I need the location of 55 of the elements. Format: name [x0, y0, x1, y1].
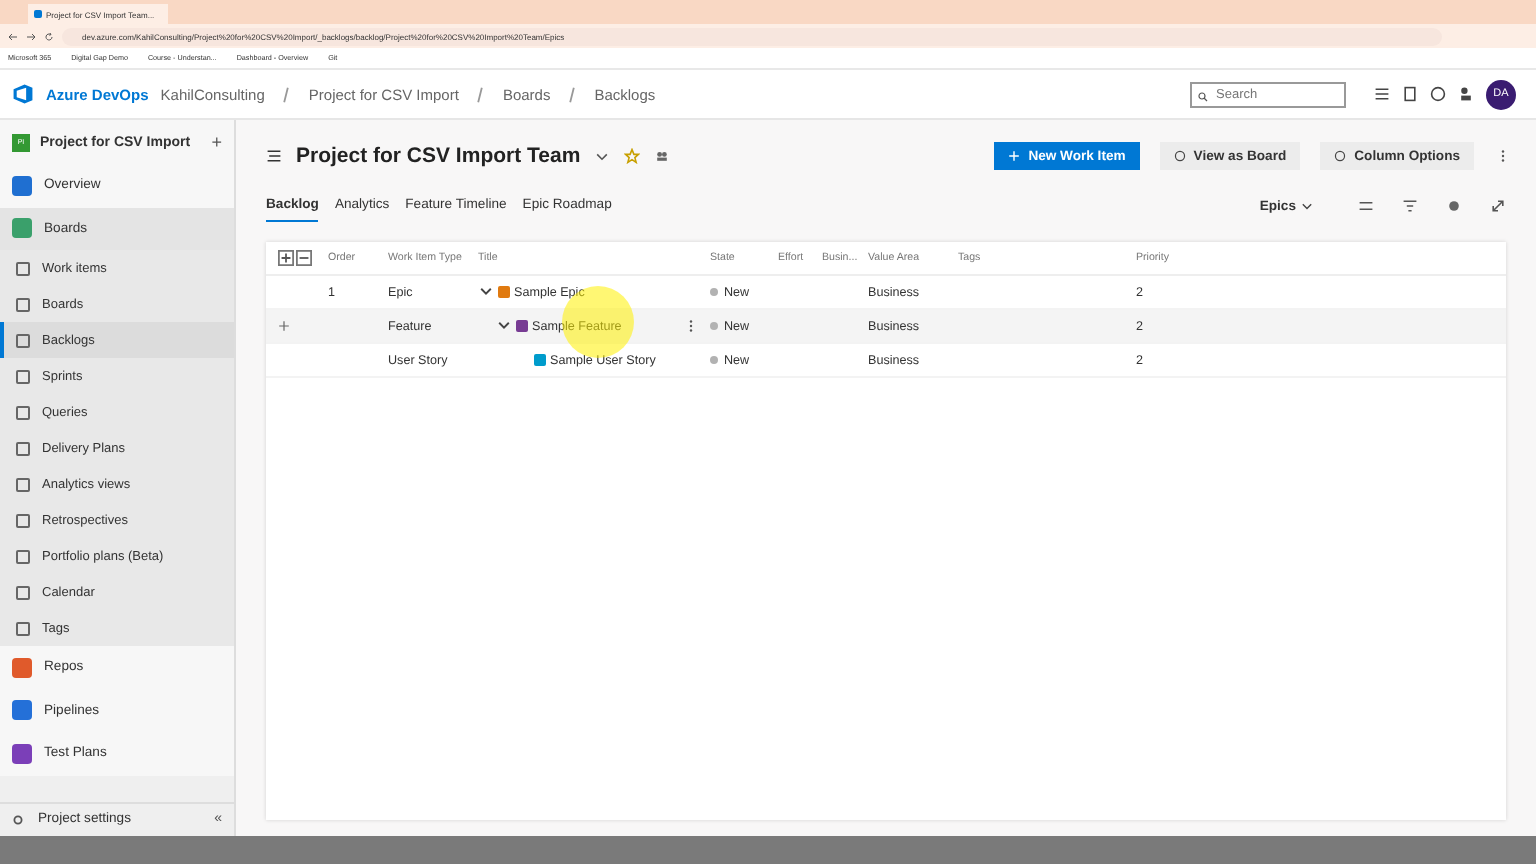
menu-icon[interactable] [266, 148, 282, 164]
work-item-icon [516, 320, 528, 332]
page-icon [16, 549, 30, 563]
team-icon[interactable] [654, 148, 671, 164]
chevron-down-icon[interactable] [478, 284, 494, 300]
list-icon[interactable] [1374, 86, 1390, 102]
filter-icon[interactable] [1402, 198, 1418, 214]
expand-all-button[interactable] [278, 250, 294, 266]
star-icon[interactable] [624, 148, 641, 164]
page-icon [16, 441, 30, 455]
fullscreen-icon[interactable] [1490, 198, 1506, 214]
breadcrumb-separator [282, 85, 291, 103]
team-title: Project for CSV Import Team [296, 144, 581, 168]
work-item-icon [534, 354, 546, 366]
service-icon [12, 743, 32, 764]
breadcrumb-separator [568, 85, 577, 103]
page-icon [16, 585, 30, 599]
page-icon [16, 477, 30, 491]
forward-icon[interactable] [26, 31, 36, 41]
work-item-icon [498, 286, 510, 298]
breadcrumb-separator [476, 85, 485, 103]
state-dot [710, 322, 718, 330]
back-icon[interactable] [8, 31, 18, 41]
page-icon [16, 261, 30, 275]
plus-icon [1008, 150, 1021, 162]
page-icon [16, 297, 30, 311]
collapse-all-button[interactable] [296, 250, 312, 266]
reload-icon[interactable] [44, 31, 54, 41]
service-icon [12, 175, 32, 196]
service-icon [12, 700, 32, 721]
sliders-icon[interactable] [1358, 198, 1374, 214]
page-icon [16, 405, 30, 419]
chevron-down-icon[interactable] [594, 148, 611, 164]
add-button[interactable]: + [211, 132, 222, 152]
help-icon[interactable] [1430, 86, 1446, 102]
page-icon [16, 369, 30, 383]
page-icon [16, 513, 30, 527]
state-dot [710, 356, 718, 364]
chevron-down-icon[interactable] [496, 318, 512, 334]
more-icon[interactable] [1500, 148, 1506, 164]
page-icon [16, 621, 30, 635]
service-icon [12, 218, 32, 239]
user-settings-icon[interactable] [1458, 86, 1474, 102]
search-icon [1198, 91, 1208, 101]
page-icon [34, 10, 42, 18]
circle-icon [1173, 150, 1186, 162]
more-icon[interactable] [688, 318, 694, 334]
add-child-button[interactable] [278, 320, 290, 332]
chevron-down-icon [1300, 199, 1314, 213]
page-icon [16, 333, 30, 347]
state-dot [710, 288, 718, 296]
clipboard-icon[interactable] [1402, 86, 1418, 102]
circle-icon [1334, 150, 1347, 162]
logo-icon [12, 84, 34, 104]
service-icon [12, 657, 32, 678]
